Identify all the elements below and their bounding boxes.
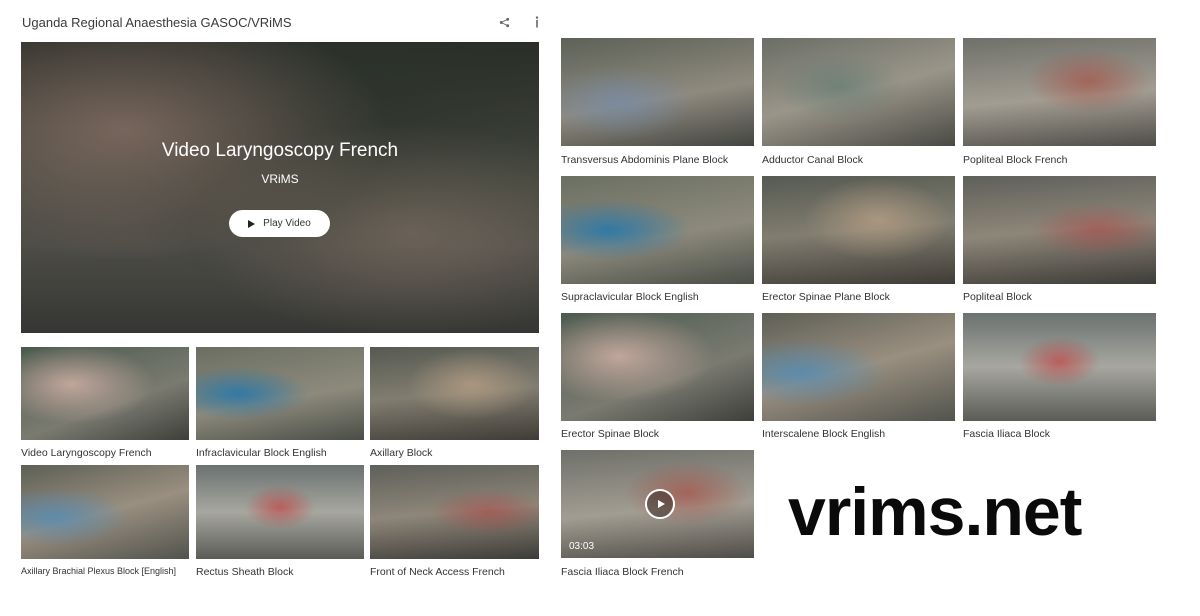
video-thumbnail[interactable] (561, 38, 754, 146)
thumbnail-image (196, 465, 364, 559)
play-video-button[interactable]: Play Video (229, 210, 330, 237)
video-duration: 03:03 (569, 541, 595, 552)
video-thumbnail[interactable] (561, 313, 754, 421)
video-caption[interactable]: Popliteal Block (963, 291, 1032, 303)
thumbnail-image (196, 347, 364, 440)
video-caption[interactable]: Popliteal Block French (963, 154, 1067, 166)
video-caption[interactable]: Interscalene Block English (762, 428, 885, 440)
featured-video[interactable]: Video Laryngoscopy French VRiMS Play Vid… (21, 42, 539, 333)
video-caption[interactable]: Erector Spinae Block (561, 428, 659, 440)
video-thumbnail[interactable] (196, 347, 364, 440)
video-thumbnail[interactable] (370, 347, 539, 440)
thumbnail-image (370, 347, 539, 440)
video-thumbnail[interactable] (762, 176, 955, 284)
thumbnail-image (21, 465, 189, 559)
thumbnail-image (370, 465, 539, 559)
video-caption[interactable]: Adductor Canal Block (762, 154, 863, 166)
video-caption[interactable]: Axillary Brachial Plexus Block [English] (21, 566, 176, 576)
thumbnail-image (963, 313, 1156, 421)
video-caption[interactable]: Front of Neck Access French (370, 566, 505, 578)
video-caption[interactable]: Infraclavicular Block English (196, 447, 327, 459)
page-title: Uganda Regional Anaesthesia GASOC/VRiMS (22, 15, 292, 30)
video-thumbnail[interactable] (963, 313, 1156, 421)
video-caption[interactable]: Rectus Sheath Block (196, 566, 293, 578)
video-caption[interactable]: Erector Spinae Plane Block (762, 291, 890, 303)
video-thumbnail[interactable] (963, 38, 1156, 146)
video-thumbnail[interactable] (21, 347, 189, 440)
video-thumbnail[interactable] (561, 176, 754, 284)
thumbnail-image (561, 313, 754, 421)
info-icon[interactable] (529, 14, 545, 30)
thumbnail-image (561, 38, 754, 146)
video-thumbnail[interactable] (21, 465, 189, 559)
thumbnail-image (963, 176, 1156, 284)
video-thumbnail[interactable] (963, 176, 1156, 284)
thumbnail-image (762, 38, 955, 146)
thumbnail-image (21, 347, 189, 440)
video-caption[interactable]: Fascia Iliaca Block (963, 428, 1050, 440)
featured-subtitle: VRiMS (261, 172, 299, 186)
video-thumbnail[interactable] (762, 313, 955, 421)
video-caption[interactable]: Axillary Block (370, 447, 432, 459)
video-thumbnail[interactable]: 03:03 (561, 450, 754, 558)
brand-logo-text: vrims.net (788, 474, 1082, 550)
featured-title: Video Laryngoscopy French (161, 140, 399, 161)
video-caption[interactable]: Transversus Abdominis Plane Block (561, 154, 728, 166)
video-thumbnail[interactable] (370, 465, 539, 559)
video-thumbnail[interactable] (196, 465, 364, 559)
video-caption[interactable]: Supraclavicular Block English (561, 291, 699, 303)
thumbnail-image (762, 313, 955, 421)
play-video-label: Play Video (263, 218, 311, 229)
video-caption[interactable]: Fascia Iliaca Block French (561, 566, 684, 578)
thumbnail-image (561, 176, 754, 284)
play-icon (248, 219, 256, 228)
play-circle-icon[interactable] (645, 489, 675, 519)
thumbnail-image (963, 38, 1156, 146)
share-icon[interactable] (496, 14, 512, 30)
video-thumbnail[interactable] (762, 38, 955, 146)
video-caption[interactable]: Video Laryngoscopy French (21, 447, 152, 459)
thumbnail-image (762, 176, 955, 284)
